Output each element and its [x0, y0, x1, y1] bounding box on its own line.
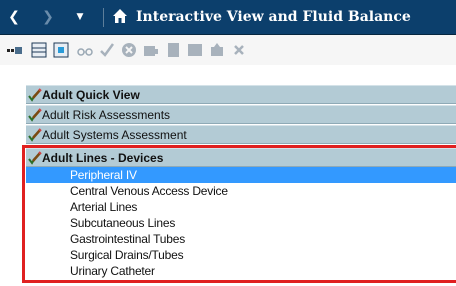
flag-icon[interactable] [142, 41, 160, 59]
task-icon[interactable] [208, 41, 226, 59]
title-divider [103, 8, 104, 27]
list-item-surgical-drains-tubes[interactable]: Surgical Drains/Tubes [26, 247, 456, 263]
list-item-urinary-catheter[interactable]: Urinary Catheter [26, 263, 456, 279]
back-arrow-icon[interactable]: ❮ [6, 9, 22, 25]
toolbar [0, 35, 456, 65]
table-icon[interactable] [30, 41, 48, 59]
section-label: Adult Systems Assessment [42, 128, 187, 142]
lines-devices-list: Peripheral IV Central Venous Access Devi… [26, 167, 456, 279]
section-label: Adult Lines - Devices [42, 151, 164, 165]
clear-icon[interactable] [120, 41, 138, 59]
document-icon[interactable] [164, 41, 182, 59]
list-item-central-venous-access-device[interactable]: Central Venous Access Device [26, 183, 456, 199]
list-item-gastrointestinal-tubes[interactable]: Gastrointestinal Tubes [26, 231, 456, 247]
section-adult-quick-view[interactable]: Adult Quick View [26, 85, 456, 104]
forward-arrow-icon[interactable]: ❯ [40, 9, 56, 25]
title-bar: ❮ ❯ ▼ Interactive View and Fluid Balance [0, 0, 456, 35]
grid-icon[interactable] [52, 41, 70, 59]
list-item-arterial-lines[interactable]: Arterial Lines [26, 199, 456, 215]
pencil-check-icon [28, 151, 42, 165]
home-icon[interactable] [112, 8, 128, 24]
pencil-check-icon [28, 88, 42, 102]
delete-icon[interactable] [230, 41, 248, 59]
checkmark-icon[interactable] [98, 41, 116, 59]
glasses-icon[interactable] [76, 41, 94, 59]
list-item-peripheral-iv[interactable]: Peripheral IV [26, 167, 456, 183]
pencil-check-icon [28, 128, 42, 142]
spacer [0, 65, 456, 85]
section-adult-risk-assessments[interactable]: Adult Risk Assessments [26, 105, 456, 124]
sheet-icon[interactable] [186, 41, 204, 59]
add-row-icon[interactable] [6, 41, 24, 59]
section-adult-systems-assessment[interactable]: Adult Systems Assessment [26, 125, 456, 144]
page-title: Interactive View and Fluid Balance [136, 9, 411, 25]
pencil-check-icon [28, 108, 42, 122]
section-adult-lines-devices[interactable]: Adult Lines - Devices [26, 148, 456, 167]
section-label: Adult Risk Assessments [42, 108, 171, 122]
history-dropdown-icon[interactable]: ▼ [72, 9, 88, 25]
section-label: Adult Quick View [42, 88, 140, 102]
list-item-subcutaneous-lines[interactable]: Subcutaneous Lines [26, 215, 456, 231]
